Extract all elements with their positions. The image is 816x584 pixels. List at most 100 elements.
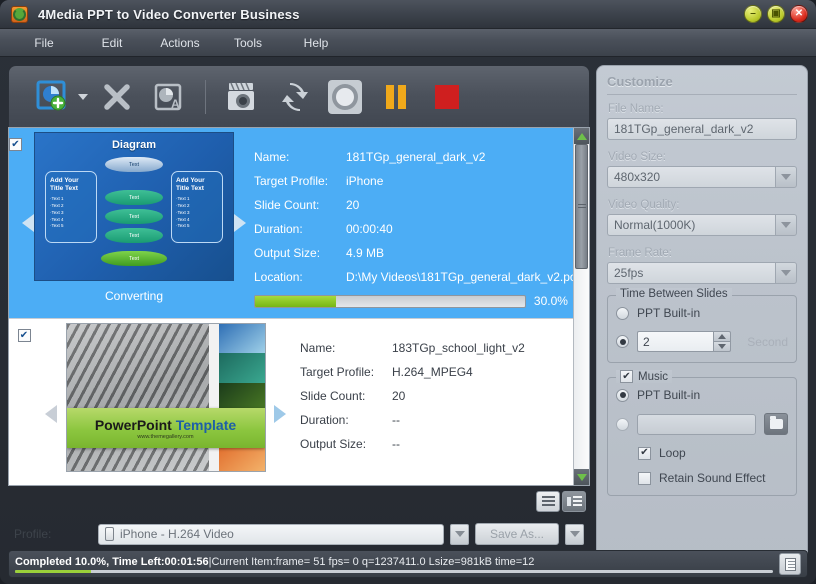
file-list-scrollbar[interactable]: [573, 128, 589, 485]
svg-text:A: A: [171, 97, 180, 111]
pause-icon[interactable]: [374, 75, 418, 119]
menu-item-actions[interactable]: Actions: [146, 32, 214, 54]
application-window: 4Media PPT to Video Converter Business –…: [0, 0, 816, 584]
seconds-increment-button[interactable]: [713, 331, 731, 341]
detail-output-size-label: Output Size:: [300, 437, 392, 451]
window-controls: – ▣ ✕: [744, 5, 808, 23]
detail-output-size-value: 4.9 MB: [346, 246, 384, 260]
music-enable-checkbox[interactable]: [620, 370, 633, 383]
slide-card-left-title: Add Your Title Text: [50, 177, 92, 193]
time-builtin-option[interactable]: PPT Built-in: [616, 306, 788, 320]
slide-card-right-bullets: ·Text 1 ·Text 2 ·Text 3 ·Text 4 ·Text 5: [176, 196, 218, 230]
chevron-up-icon: [577, 133, 587, 140]
video-size-select[interactable]: 480x320: [607, 166, 797, 188]
frame-rate-dropdown-button[interactable]: [775, 262, 797, 284]
detail-duration: Duration: 00:00:40: [254, 222, 573, 236]
table-row[interactable]: Diagram Text Text Text Text Text Add You…: [9, 128, 573, 318]
add-file-dropdown-icon[interactable]: [78, 94, 88, 100]
menu-item-tools[interactable]: Tools: [214, 32, 282, 54]
menu-item-edit[interactable]: Edit: [78, 32, 146, 54]
music-custom-radio[interactable]: [616, 418, 629, 431]
time-seconds-option[interactable]: 2 Second: [616, 331, 788, 352]
scrollbar-thumb[interactable]: [575, 144, 588, 269]
prev-slide-button[interactable]: [22, 128, 34, 318]
slide-thumbnail[interactable]: PowerPoint Template www.themegallery.com: [66, 323, 266, 472]
close-icon: ✕: [795, 9, 803, 19]
minimize-button[interactable]: –: [744, 5, 762, 23]
music-loop-checkbox[interactable]: [638, 447, 651, 460]
menu-item-help[interactable]: Help: [282, 32, 350, 54]
time-builtin-radio[interactable]: [616, 307, 629, 320]
save-as-button[interactable]: Save As...: [475, 523, 559, 545]
time-builtin-label: PPT Built-in: [637, 306, 700, 320]
close-button[interactable]: ✕: [790, 5, 808, 23]
status-progress-bar: [15, 570, 773, 573]
seconds-decrement-button[interactable]: [713, 341, 731, 352]
seconds-stepper[interactable]: 2: [637, 331, 731, 352]
detail-output-size: Output Size: 4.9 MB: [254, 246, 573, 260]
remove-icon[interactable]: [95, 75, 139, 119]
next-slide-button[interactable]: [234, 128, 246, 318]
slide-thumbnail[interactable]: Diagram Text Text Text Text Text Add You…: [34, 132, 234, 281]
time-between-slides-legend: Time Between Slides: [616, 288, 732, 300]
record-icon[interactable]: [323, 75, 367, 119]
profile-dropdown-button[interactable]: [450, 524, 469, 545]
music-custom-option[interactable]: [616, 413, 788, 435]
scroll-up-button[interactable]: [574, 128, 590, 144]
prev-slide-button[interactable]: [39, 319, 63, 485]
music-builtin-option[interactable]: PPT Built-in: [616, 388, 788, 402]
profile-select[interactable]: iPhone - H.264 Video: [98, 524, 444, 545]
list-view-button[interactable]: [536, 491, 560, 512]
detail-target-profile-value: H.264_MPEG4: [392, 365, 473, 379]
music-loop-option[interactable]: Loop: [638, 446, 788, 460]
frame-rate-select[interactable]: 25fps: [607, 262, 797, 284]
slide-cylinder-2: Text: [105, 209, 163, 224]
scroll-down-button[interactable]: [574, 469, 590, 485]
detail-target-profile-label: Target Profile:: [254, 174, 346, 188]
slide-artwork-diagram: Diagram Text Text Text Text Text Add You…: [35, 133, 233, 280]
music-builtin-radio[interactable]: [616, 389, 629, 402]
next-slide-button[interactable]: [268, 319, 292, 485]
file-list[interactable]: Diagram Text Text Text Text Text Add You…: [8, 127, 590, 486]
slide-cylinder-top: Text: [105, 157, 163, 172]
detail-name-value: 181TGp_general_dark_v2: [346, 150, 485, 164]
music-retain-option[interactable]: Retain Sound Effect: [638, 471, 788, 485]
scrollbar-track[interactable]: [574, 144, 589, 469]
maximize-button[interactable]: ▣: [767, 5, 785, 23]
music-browse-button[interactable]: [764, 413, 788, 435]
table-row[interactable]: PowerPoint Template www.themegallery.com…: [9, 318, 573, 485]
snapshot-icon[interactable]: [221, 75, 265, 119]
title-bar: 4Media PPT to Video Converter Business –…: [0, 0, 816, 29]
detail-location-value: D:\My Videos\181TGp_general_dark_v2.pot: [346, 270, 573, 284]
video-quality-select[interactable]: Normal(1000K): [607, 214, 797, 236]
stop-icon[interactable]: [425, 75, 469, 119]
music-loop-label: Loop: [659, 446, 686, 460]
clear-all-icon[interactable]: A: [146, 75, 190, 119]
profile-label: Profile:: [14, 527, 92, 541]
seconds-value[interactable]: 2: [637, 331, 713, 352]
music-path-input[interactable]: [637, 414, 756, 435]
add-file-icon[interactable]: [31, 75, 75, 119]
chevron-down-icon: [577, 474, 587, 481]
row-status-label: Converting: [105, 289, 163, 303]
detail-name-value: 183TGp_school_light_v2: [392, 341, 525, 355]
slide-cylinder-bottom: Text: [101, 251, 167, 266]
row-checkbox[interactable]: [18, 329, 31, 342]
convert-icon[interactable]: [272, 75, 316, 119]
seconds-stepper-buttons[interactable]: [713, 331, 731, 352]
menu-item-file[interactable]: File: [10, 32, 78, 54]
file-name-input[interactable]: 181TGp_general_dark_v2: [607, 118, 797, 140]
video-size-dropdown-button[interactable]: [775, 166, 797, 188]
music-retain-checkbox[interactable]: [638, 472, 651, 485]
maximize-icon: ▣: [771, 9, 780, 19]
log-button[interactable]: [779, 553, 801, 575]
detail-slide-count-label: Slide Count:: [300, 389, 392, 403]
row-checkbox[interactable]: [9, 138, 22, 151]
detail-name: Name: 183TGp_school_light_v2: [300, 341, 573, 355]
time-seconds-radio[interactable]: [616, 335, 629, 348]
save-as-dropdown-button[interactable]: [565, 524, 584, 545]
video-quality-dropdown-button[interactable]: [775, 214, 797, 236]
profile-row: Profile: iPhone - H.264 Video Save As...: [14, 520, 584, 548]
chevron-down-icon: [455, 531, 465, 537]
detail-view-button[interactable]: [562, 491, 586, 512]
